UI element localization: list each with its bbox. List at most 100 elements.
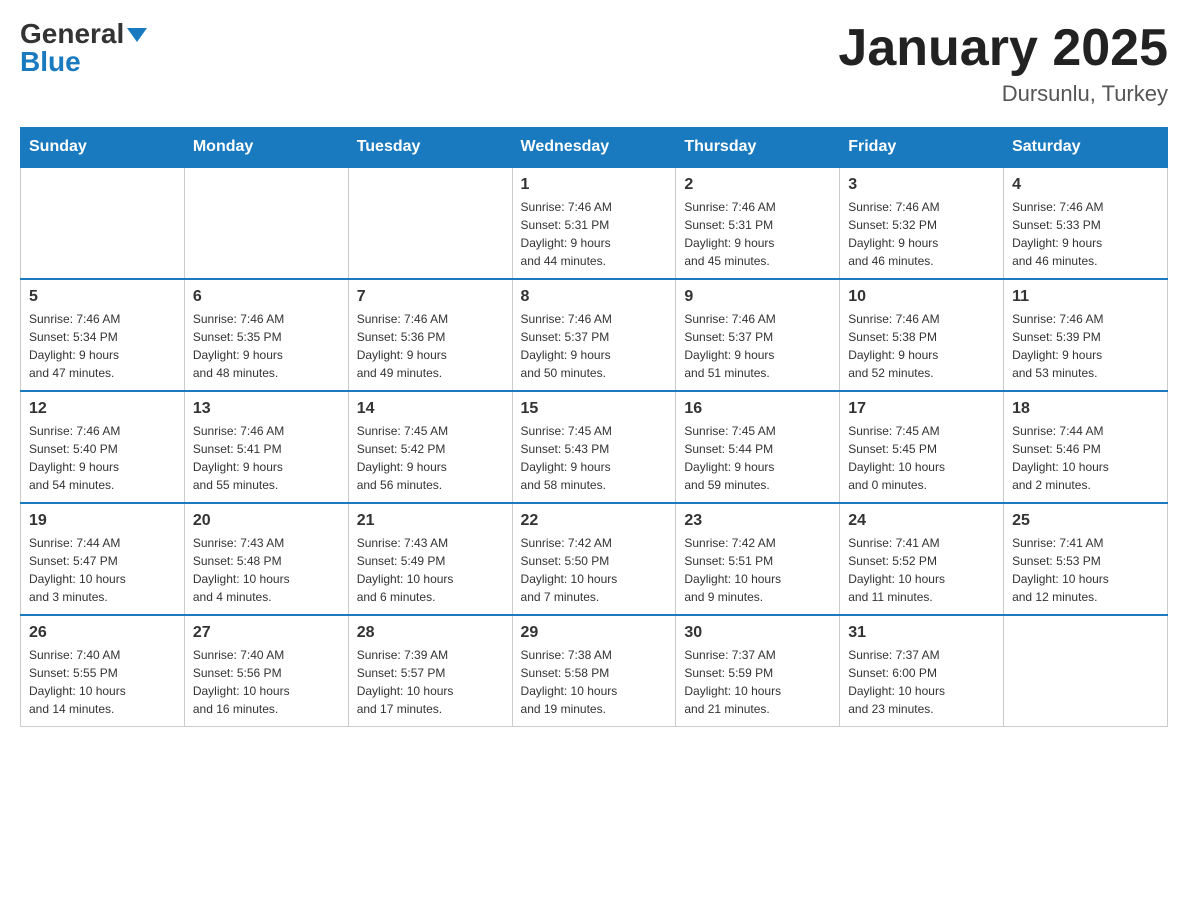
- day-info: Sunrise: 7:46 AMSunset: 5:40 PMDaylight:…: [29, 422, 176, 494]
- day-number: 25: [1012, 512, 1159, 530]
- day-cell: 17 Sunrise: 7:45 AMSunset: 5:45 PMDayligh…: [840, 391, 1004, 503]
- day-cell: 21Sunrise: 7:43 AMSunset: 5:49 PMDayligh…: [348, 503, 512, 615]
- day-cell: 12 Sunrise: 7:46 AMSunset: 5:40 PMDayligh…: [21, 391, 185, 503]
- day-cell: [21, 167, 185, 279]
- day-number: 9: [684, 288, 831, 306]
- day-cell: [184, 167, 348, 279]
- day-info: Sunrise: 7:46 AMSunset: 5:37 PMDaylight:…: [521, 310, 668, 382]
- day-info: Sunrise: 7:38 AMSunset: 5:58 PMDaylight:…: [521, 646, 668, 718]
- day-info: Sunrise: 7:41 AMSunset: 5:52 PMDaylight:…: [848, 534, 995, 606]
- calendar-table: SundayMondayTuesdayWednesdayThursdayFrid…: [20, 127, 1168, 727]
- logo-bottom: Blue: [20, 48, 81, 76]
- day-info: Sunrise: 7:40 AMSunset: 5:56 PMDaylight:…: [193, 646, 340, 718]
- day-cell: 14 Sunrise: 7:45 AMSunset: 5:42 PMDayligh…: [348, 391, 512, 503]
- day-info: Sunrise: 7:42 AMSunset: 5:51 PMDaylight:…: [684, 534, 831, 606]
- day-number: 17: [848, 400, 995, 418]
- day-info: Sunrise: 7:46 AMSunset: 5:38 PMDaylight:…: [848, 310, 995, 382]
- day-info: Sunrise: 7:39 AMSunset: 5:57 PMDaylight:…: [357, 646, 504, 718]
- day-number: 24: [848, 512, 995, 530]
- day-info: Sunrise: 7:45 AMSunset: 5:44 PMDaylight:…: [684, 422, 831, 494]
- day-info: Sunrise: 7:40 AMSunset: 5:55 PMDaylight:…: [29, 646, 176, 718]
- week-row-2: 5 Sunrise: 7:46 AMSunset: 5:34 PMDaylight…: [21, 279, 1168, 391]
- day-number: 5: [29, 288, 176, 306]
- day-number: 14: [357, 400, 504, 418]
- day-number: 8: [521, 288, 668, 306]
- week-row-1: 1 Sunrise: 7:46 AMSunset: 5:31 PMDaylight…: [21, 167, 1168, 279]
- page-header: General Blue January 2025 Dursunlu, Turk…: [20, 20, 1168, 107]
- day-info: Sunrise: 7:46 AMSunset: 5:33 PMDaylight:…: [1012, 198, 1159, 270]
- day-number: 3: [848, 176, 995, 194]
- logo-top: General: [20, 20, 147, 48]
- column-header-friday: Friday: [840, 128, 1004, 168]
- day-info: Sunrise: 7:37 AMSunset: 6:00 PMDaylight:…: [848, 646, 995, 718]
- day-cell: 7 Sunrise: 7:46 AMSunset: 5:36 PMDaylight…: [348, 279, 512, 391]
- day-info: Sunrise: 7:46 AMSunset: 5:35 PMDaylight:…: [193, 310, 340, 382]
- column-header-sunday: Sunday: [21, 128, 185, 168]
- day-cell: 10 Sunrise: 7:46 AMSunset: 5:38 PMDayligh…: [840, 279, 1004, 391]
- day-cell: [1004, 615, 1168, 727]
- day-cell: 26 Sunrise: 7:40 AMSunset: 5:55 PMDayligh…: [21, 615, 185, 727]
- day-cell: [348, 167, 512, 279]
- header-row: SundayMondayTuesdayWednesdayThursdayFrid…: [21, 128, 1168, 168]
- day-cell: 31Sunrise: 7:37 AMSunset: 6:00 PMDayligh…: [840, 615, 1004, 727]
- day-cell: 6 Sunrise: 7:46 AMSunset: 5:35 PMDaylight…: [184, 279, 348, 391]
- column-header-wednesday: Wednesday: [512, 128, 676, 168]
- day-number: 28: [357, 624, 504, 642]
- column-header-saturday: Saturday: [1004, 128, 1168, 168]
- day-number: 20: [193, 512, 340, 530]
- day-info: Sunrise: 7:46 AMSunset: 5:36 PMDaylight:…: [357, 310, 504, 382]
- logo-triangle-icon: [127, 28, 147, 42]
- day-cell: 20Sunrise: 7:43 AMSunset: 5:48 PMDayligh…: [184, 503, 348, 615]
- column-header-thursday: Thursday: [676, 128, 840, 168]
- day-info: Sunrise: 7:46 AMSunset: 5:41 PMDaylight:…: [193, 422, 340, 494]
- day-cell: 15Sunrise: 7:45 AMSunset: 5:43 PMDayligh…: [512, 391, 676, 503]
- day-cell: 3Sunrise: 7:46 AMSunset: 5:32 PMDaylight…: [840, 167, 1004, 279]
- day-number: 12: [29, 400, 176, 418]
- day-cell: 18 Sunrise: 7:44 AMSunset: 5:46 PMDayligh…: [1004, 391, 1168, 503]
- day-cell: 28 Sunrise: 7:39 AMSunset: 5:57 PMDayligh…: [348, 615, 512, 727]
- day-number: 30: [684, 624, 831, 642]
- day-cell: 11 Sunrise: 7:46 AMSunset: 5:39 PMDayligh…: [1004, 279, 1168, 391]
- day-info: Sunrise: 7:45 AMSunset: 5:45 PMDaylight:…: [848, 422, 995, 494]
- day-info: Sunrise: 7:46 AMSunset: 5:31 PMDaylight:…: [521, 198, 668, 270]
- day-cell: 9Sunrise: 7:46 AMSunset: 5:37 PMDaylight…: [676, 279, 840, 391]
- day-number: 22: [521, 512, 668, 530]
- day-cell: 30Sunrise: 7:37 AMSunset: 5:59 PMDayligh…: [676, 615, 840, 727]
- day-number: 1: [521, 176, 668, 194]
- title-area: January 2025 Dursunlu, Turkey: [838, 20, 1168, 107]
- logo-general-text: General: [20, 18, 124, 49]
- day-number: 10: [848, 288, 995, 306]
- day-cell: 24 Sunrise: 7:41 AMSunset: 5:52 PMDayligh…: [840, 503, 1004, 615]
- day-cell: 19Sunrise: 7:44 AMSunset: 5:47 PMDayligh…: [21, 503, 185, 615]
- logo: General Blue: [20, 20, 147, 76]
- week-row-5: 26 Sunrise: 7:40 AMSunset: 5:55 PMDayligh…: [21, 615, 1168, 727]
- day-number: 23: [684, 512, 831, 530]
- day-cell: 5 Sunrise: 7:46 AMSunset: 5:34 PMDaylight…: [21, 279, 185, 391]
- day-cell: 8 Sunrise: 7:46 AMSunset: 5:37 PMDaylight…: [512, 279, 676, 391]
- day-number: 16: [684, 400, 831, 418]
- day-cell: 29 Sunrise: 7:38 AMSunset: 5:58 PMDayligh…: [512, 615, 676, 727]
- day-info: Sunrise: 7:44 AMSunset: 5:47 PMDaylight:…: [29, 534, 176, 606]
- day-number: 18: [1012, 400, 1159, 418]
- day-cell: 27Sunrise: 7:40 AMSunset: 5:56 PMDayligh…: [184, 615, 348, 727]
- day-info: Sunrise: 7:46 AMSunset: 5:39 PMDaylight:…: [1012, 310, 1159, 382]
- day-info: Sunrise: 7:46 AMSunset: 5:34 PMDaylight:…: [29, 310, 176, 382]
- day-info: Sunrise: 7:45 AMSunset: 5:43 PMDaylight:…: [521, 422, 668, 494]
- day-number: 13: [193, 400, 340, 418]
- day-cell: 16 Sunrise: 7:45 AMSunset: 5:44 PMDayligh…: [676, 391, 840, 503]
- day-number: 11: [1012, 288, 1159, 306]
- day-number: 6: [193, 288, 340, 306]
- day-cell: 4Sunrise: 7:46 AMSunset: 5:33 PMDaylight…: [1004, 167, 1168, 279]
- day-cell: 13 Sunrise: 7:46 AMSunset: 5:41 PMDayligh…: [184, 391, 348, 503]
- day-number: 29: [521, 624, 668, 642]
- day-number: 26: [29, 624, 176, 642]
- day-info: Sunrise: 7:44 AMSunset: 5:46 PMDaylight:…: [1012, 422, 1159, 494]
- logo-blue-text: Blue: [20, 46, 81, 77]
- column-header-monday: Monday: [184, 128, 348, 168]
- day-info: Sunrise: 7:45 AMSunset: 5:42 PMDaylight:…: [357, 422, 504, 494]
- day-cell: 23 Sunrise: 7:42 AMSunset: 5:51 PMDayligh…: [676, 503, 840, 615]
- day-number: 7: [357, 288, 504, 306]
- day-cell: 25Sunrise: 7:41 AMSunset: 5:53 PMDayligh…: [1004, 503, 1168, 615]
- day-info: Sunrise: 7:46 AMSunset: 5:31 PMDaylight:…: [684, 198, 831, 270]
- column-header-tuesday: Tuesday: [348, 128, 512, 168]
